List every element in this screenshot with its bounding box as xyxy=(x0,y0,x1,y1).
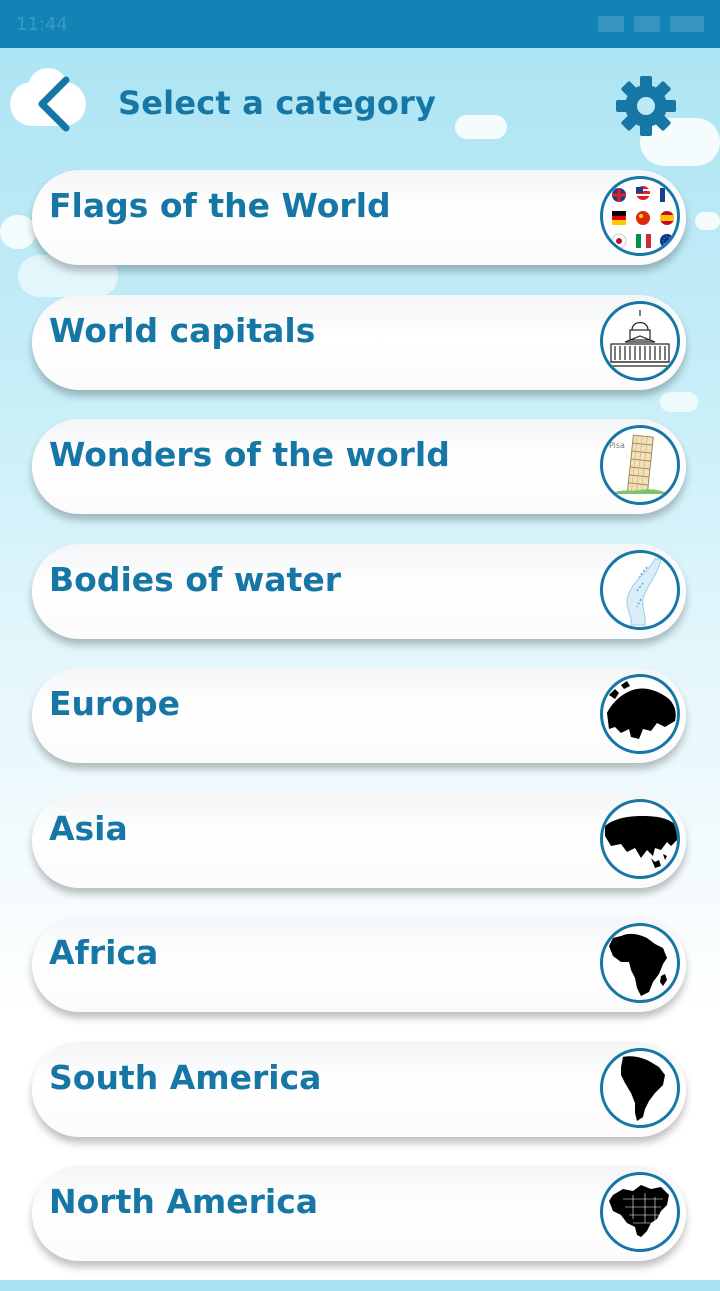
capitol-building-icon xyxy=(600,300,680,381)
africa-map-icon xyxy=(600,923,680,1003)
category-label: Wonders of the world xyxy=(49,435,450,474)
svg-text:Pisa: Pisa xyxy=(609,441,625,450)
water-icon xyxy=(600,549,680,630)
category-label: Asia xyxy=(49,808,128,848)
category-label: Africa xyxy=(49,933,159,972)
back-button[interactable] xyxy=(10,68,90,134)
signal-icon xyxy=(598,16,624,32)
category-item-europe[interactable]: Europe xyxy=(32,668,686,763)
status-bar: 11:44 xyxy=(0,0,720,48)
category-item-wonders[interactable]: Wonders of the world Pisa xyxy=(32,419,686,514)
europe-map-icon xyxy=(600,674,680,754)
category-list: Flags of the World World capitals Wonder… xyxy=(32,170,688,1291)
status-icons xyxy=(598,16,704,32)
category-label: Flags of the World xyxy=(49,186,391,225)
cloud-decoration xyxy=(0,215,36,249)
chevron-left-icon xyxy=(38,76,70,132)
category-item-north-america[interactable]: North America xyxy=(32,1166,686,1261)
category-item-asia[interactable]: Asia xyxy=(32,792,686,888)
asia-map-icon xyxy=(600,798,680,879)
settings-button[interactable] xyxy=(612,72,680,140)
battery-icon xyxy=(670,16,704,32)
category-label: Bodies of water xyxy=(49,559,341,599)
page-title: Select a category xyxy=(118,84,437,122)
cloud-decoration xyxy=(695,212,720,230)
category-item-flags[interactable]: Flags of the World xyxy=(32,170,686,265)
gear-icon xyxy=(616,76,676,136)
category-label: World capitals xyxy=(49,310,316,350)
south-america-map-icon xyxy=(600,1047,680,1128)
category-label: North America xyxy=(49,1182,319,1221)
leaning-tower-icon: Pisa xyxy=(600,425,680,505)
north-america-map-icon xyxy=(600,1172,680,1252)
category-item-bodies-of-water[interactable]: Bodies of water xyxy=(32,543,686,639)
category-item-africa[interactable]: Africa xyxy=(32,917,686,1012)
category-item-world-capitals[interactable]: World capitals xyxy=(32,294,686,390)
category-label: Europe xyxy=(49,684,180,723)
flags-icon xyxy=(600,176,680,256)
header: Select a category xyxy=(0,48,720,163)
category-label: South America xyxy=(49,1057,322,1097)
status-time: 11:44 xyxy=(16,13,68,35)
category-item-south-america[interactable]: South America xyxy=(32,1041,686,1137)
wifi-icon xyxy=(634,16,660,32)
